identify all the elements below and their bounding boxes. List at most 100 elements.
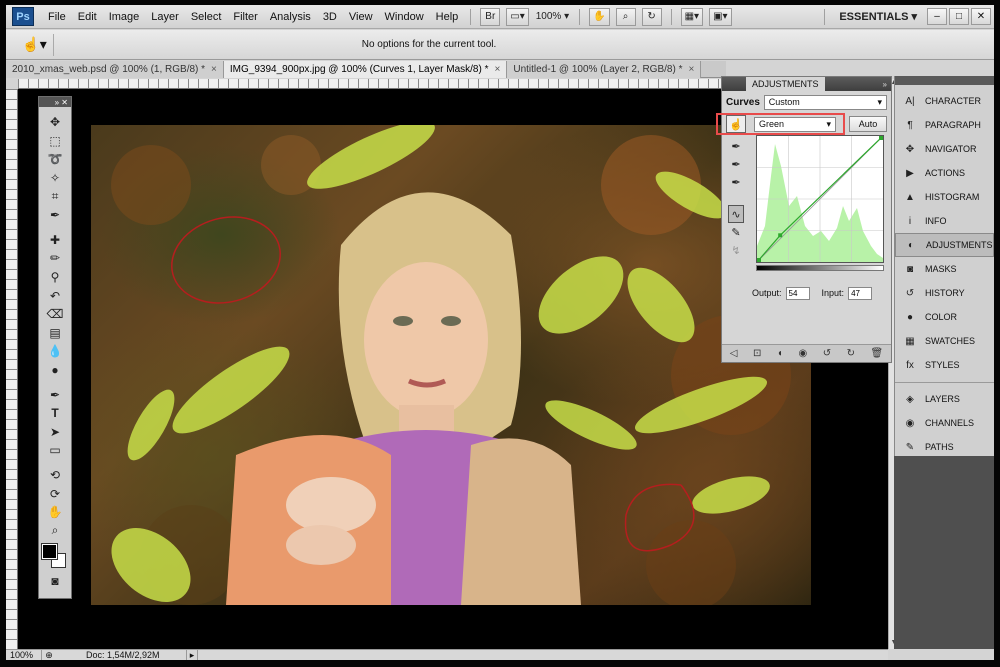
status-zoom-field[interactable]: 100%	[6, 650, 42, 660]
expanded-view-icon[interactable]: ⊡	[753, 348, 761, 359]
menu-filter[interactable]: Filter	[227, 11, 263, 23]
bridge-button[interactable]: Br	[480, 7, 501, 26]
menu-edit[interactable]: Edit	[72, 11, 103, 23]
zoom-tool-icon[interactable]: ⌕	[39, 521, 71, 540]
tab-xmas-web[interactable]: 2010_xmas_web.psd @ 100% (1, RGB/8) * ×	[6, 61, 224, 78]
tab-close-icon[interactable]: ×	[211, 64, 217, 75]
arrange-icon: ▦▾	[684, 11, 700, 22]
quick-select-tool-icon[interactable]: ✧	[39, 169, 71, 188]
dock-item-color[interactable]: ● COLOR	[895, 305, 994, 329]
pencil-draw-icon[interactable]: ✎	[728, 223, 744, 241]
arrange-documents-button[interactable]: ▦▾	[680, 7, 704, 26]
gray-point-eyedropper-icon[interactable]: ✒	[728, 155, 744, 173]
tab-close-icon[interactable]: ×	[688, 64, 694, 75]
panel-collapse-icon[interactable]: »	[883, 80, 891, 89]
dock-item-paragraph[interactable]: ¶ PARAGRAPH	[895, 113, 994, 137]
clip-to-layer-icon[interactable]: ◖	[777, 348, 783, 359]
auto-button[interactable]: Auto	[849, 116, 887, 132]
dock-item-histogram[interactable]: ▲ HISTOGRAM	[895, 185, 994, 209]
document-layout-button[interactable]: ▭▾	[506, 7, 529, 26]
dock-item-history[interactable]: ↺ HISTORY	[895, 281, 994, 305]
quick-mask-icon[interactable]: ◙	[39, 572, 71, 591]
return-to-list-icon[interactable]: ◁	[730, 348, 738, 359]
3d-rotate-tool-icon[interactable]: ⟲	[39, 466, 71, 485]
output-input-row: Output: Input:	[722, 285, 891, 301]
maximize-button[interactable]: □	[949, 8, 969, 25]
foreground-color-swatch[interactable]	[41, 543, 58, 561]
blur-tool-icon[interactable]: 💧	[39, 342, 71, 361]
dock-item-styles[interactable]: fx STYLES	[895, 353, 994, 377]
move-tool-icon[interactable]: ✥	[39, 113, 71, 132]
dock-item-info[interactable]: i INFO	[895, 209, 994, 233]
hand-tool-button[interactable]: ✋	[589, 7, 610, 26]
tab-untitled-1[interactable]: Untitled-1 @ 100% (Layer 2, RGB/8) * ×	[507, 61, 702, 78]
input-field[interactable]	[848, 286, 873, 300]
menu-3d[interactable]: 3D	[317, 11, 343, 23]
close-window-button[interactable]: ✕	[971, 8, 991, 25]
menu-view[interactable]: View	[343, 11, 379, 23]
preset-dropdown[interactable]: Custom ▾	[763, 94, 887, 110]
curve-endpoint-white	[879, 136, 883, 140]
dock-item-character[interactable]: A| CHARACTER	[895, 89, 994, 113]
curve-graph[interactable]	[756, 135, 884, 263]
workspace-switcher[interactable]: ESSENTIALS ▾	[831, 10, 925, 23]
path-selection-tool-icon[interactable]: ➤	[39, 423, 71, 442]
lasso-tool-icon[interactable]: ➰	[39, 150, 71, 169]
shape-tool-icon[interactable]: ▭	[39, 441, 71, 460]
menu-select[interactable]: Select	[185, 11, 228, 23]
history-brush-tool-icon[interactable]: ↶	[39, 286, 71, 305]
zoom-tool-button[interactable]: ⌕	[615, 7, 636, 26]
tab-img-9394[interactable]: IMG_9394_900px.jpg @ 100% (Curves 1, Lay…	[223, 61, 508, 78]
adjustments-icon: ◐	[907, 239, 915, 251]
screen-mode-icon: ▣▾	[713, 11, 728, 22]
dock-item-navigator[interactable]: ✥ NAVIGATOR	[895, 137, 994, 161]
dodge-tool-icon[interactable]: ●	[39, 361, 71, 380]
view-previous-icon[interactable]: ↺	[823, 348, 831, 359]
dock-item-swatches[interactable]: ▦ SWATCHES	[895, 329, 994, 353]
black-point-eyedropper-icon[interactable]: ✒	[728, 137, 744, 155]
menu-analysis[interactable]: Analysis	[264, 11, 317, 23]
dock-item-channels[interactable]: ◉ CHANNELS	[895, 411, 994, 435]
menu-help[interactable]: Help	[430, 11, 465, 23]
curve-point-tool-icon[interactable]: ∿	[728, 205, 744, 223]
marquee-tool-icon[interactable]: ⬚	[39, 132, 71, 151]
output-field[interactable]	[785, 286, 810, 300]
white-point-eyedropper-icon[interactable]: ✒	[728, 173, 744, 191]
adjustments-tab[interactable]: ADJUSTMENTS	[746, 77, 825, 91]
trash-icon[interactable]: 🗑	[871, 348, 884, 359]
visibility-eye-icon[interactable]: ◉	[798, 348, 807, 359]
menu-window[interactable]: Window	[379, 11, 430, 23]
zoom-level-dropdown[interactable]: 100% ▾	[536, 11, 569, 22]
crop-tool-icon[interactable]: ⌗	[39, 187, 71, 206]
collapse-icon[interactable]: » ✕	[55, 98, 68, 107]
tab-close-icon[interactable]: ×	[495, 64, 501, 75]
tools-panel-header[interactable]: » ✕	[39, 97, 71, 107]
clone-stamp-tool-icon[interactable]: ⚲	[39, 268, 71, 287]
menu-file[interactable]: File	[42, 11, 72, 23]
hand-tool-icon[interactable]: ✋	[39, 503, 71, 522]
tool-preset-picker[interactable]: ☝▾	[16, 33, 54, 56]
dock-item-label: CHANNELS	[925, 418, 975, 428]
pen-tool-icon[interactable]: ✒	[39, 385, 71, 404]
eyedropper-tool-icon[interactable]: ✒	[39, 206, 71, 225]
brush-tool-icon[interactable]: ✏	[39, 249, 71, 268]
eraser-tool-icon[interactable]: ⌫	[39, 305, 71, 324]
healing-brush-tool-icon[interactable]: ✚	[39, 231, 71, 250]
dock-item-layers[interactable]: ◈ LAYERS	[895, 387, 994, 411]
dock-item-actions[interactable]: ▶ ACTIONS	[895, 161, 994, 185]
dock-item-masks[interactable]: ◙ MASKS	[895, 257, 994, 281]
minimize-button[interactable]: –	[927, 8, 947, 25]
gradient-tool-icon[interactable]: ▤	[39, 324, 71, 343]
menu-image[interactable]: Image	[103, 11, 146, 23]
tab-label: IMG_9394_900px.jpg @ 100% (Curves 1, Lay…	[229, 64, 489, 75]
status-menu-arrow[interactable]: ▸	[186, 649, 198, 660]
dock-item-adjustments[interactable]: ◐ ADJUSTMENTS	[895, 233, 994, 257]
type-tool-icon[interactable]: T	[39, 404, 71, 423]
screen-mode-button[interactable]: ▣▾	[709, 7, 732, 26]
3d-orbit-tool-icon[interactable]: ⟳	[39, 484, 71, 503]
rotate-view-button[interactable]: ↻	[641, 7, 662, 26]
color-swatches[interactable]	[39, 540, 71, 572]
menu-layer[interactable]: Layer	[145, 11, 185, 23]
smooth-curve-icon[interactable]: ↯	[728, 241, 744, 259]
reset-icon[interactable]: ↻	[847, 348, 855, 359]
